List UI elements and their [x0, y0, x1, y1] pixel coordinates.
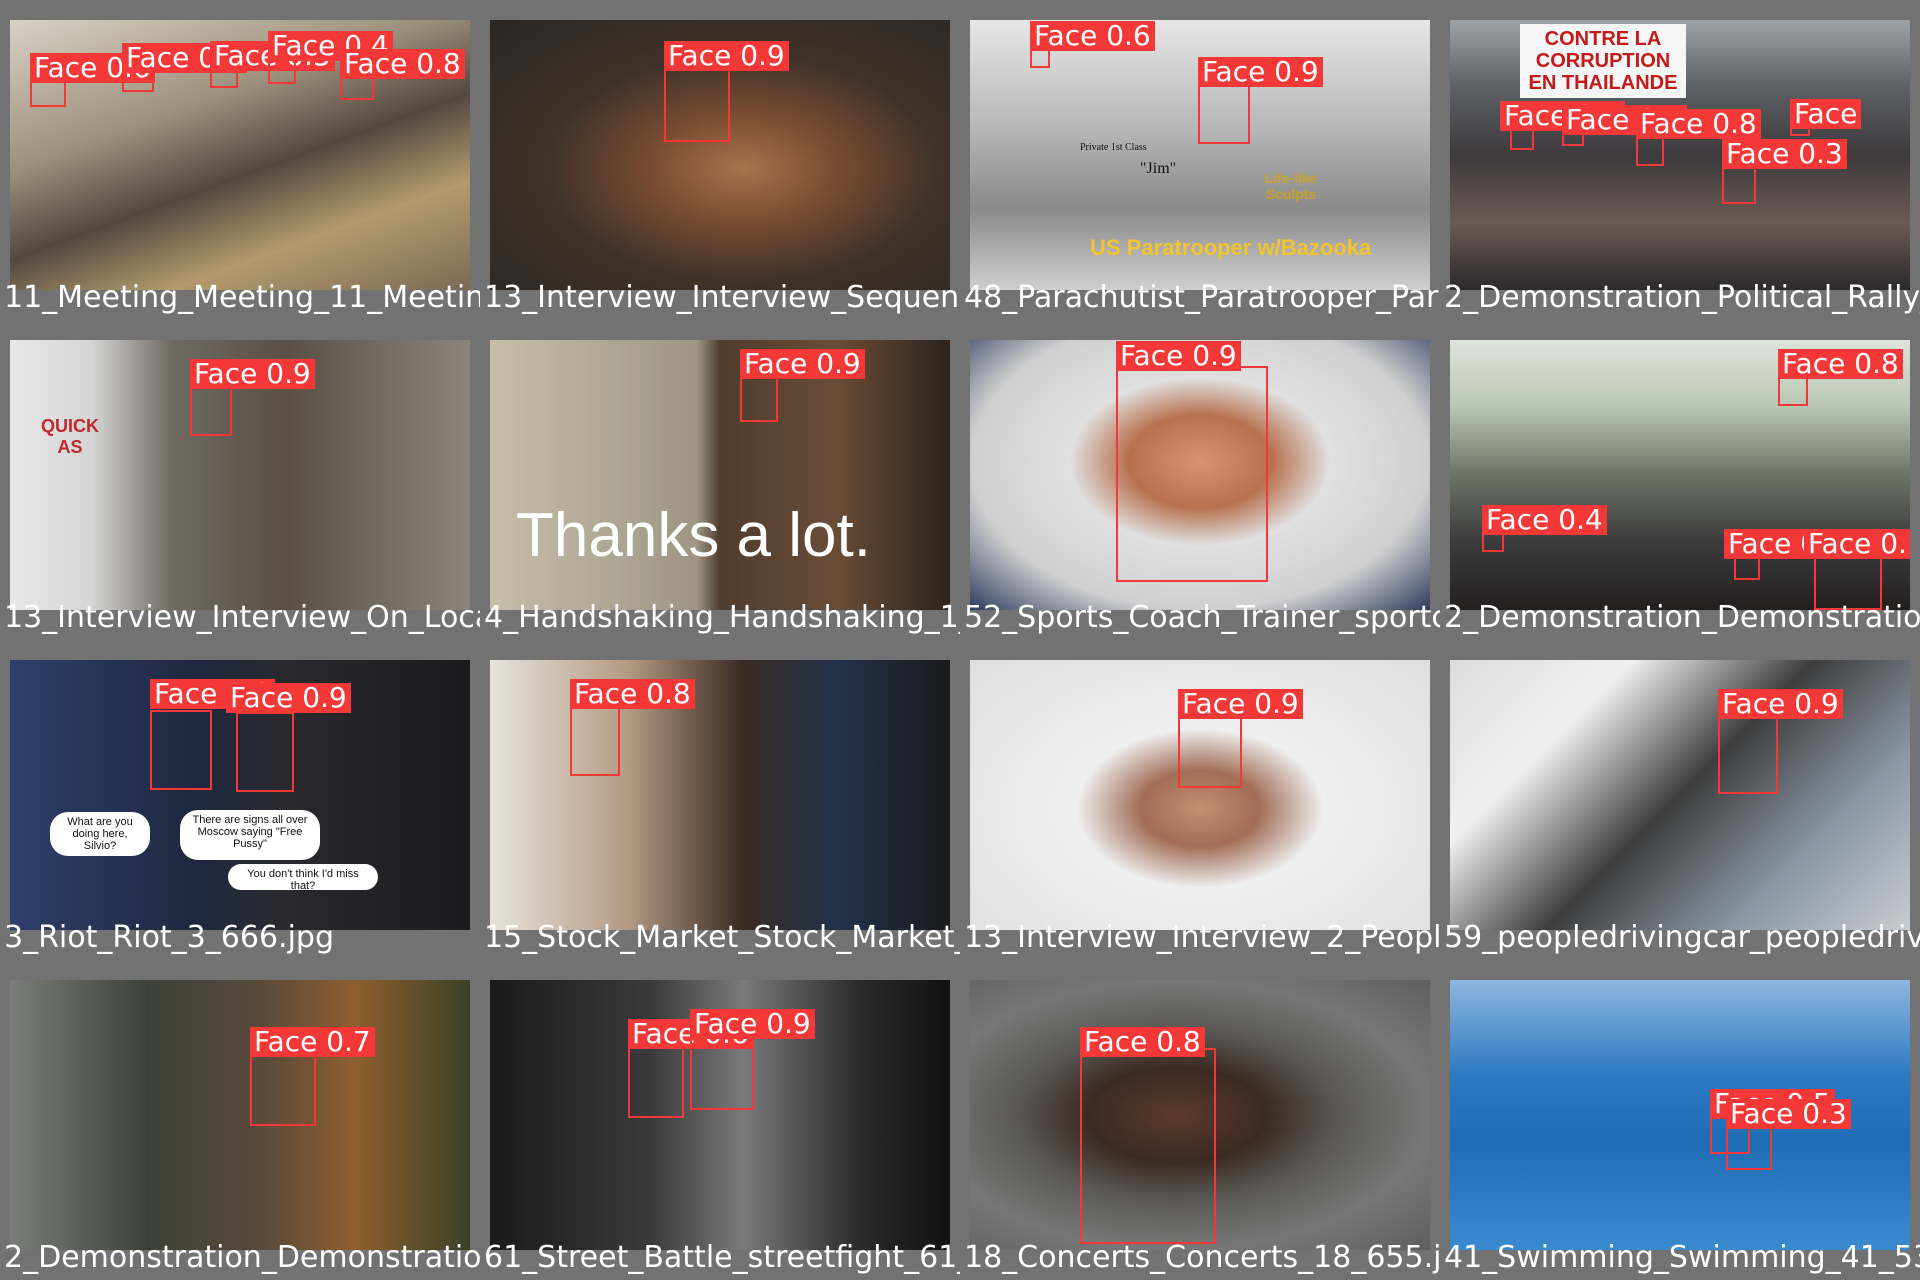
speech-bubble: There are signs all over Moscow saying "…	[180, 810, 320, 860]
grid-cell: Face 0.7 2_Demonstration_Demonstration_Or…	[0, 960, 480, 1280]
face-bounding-box	[236, 712, 294, 792]
caption-text: Thanks a lot.	[516, 501, 871, 570]
image-filename: 13_Interview_Interview_2_People_Visible_	[964, 920, 1440, 955]
face-bounding-box	[150, 710, 212, 790]
cell-photo: Face 0.6Face 0.9	[490, 980, 950, 1250]
cell-photo: Face 0.8	[970, 980, 1430, 1250]
image-filename: 18_Concerts_Concerts_18_655.jpg	[964, 1240, 1440, 1275]
grid-cell: Face 0.6Face 0.961_Street_Battle_streetf…	[480, 960, 960, 1280]
grid-cell: QUICK AS Face 0.9 13_Interview_Interview_O…	[0, 320, 480, 640]
image-filename: 13_Interview_Interview_On_Location_13_	[4, 600, 480, 635]
face-confidence-label: Face 0.9	[1178, 689, 1303, 719]
image-filename: 2_Demonstration_Demonstration_	[1444, 600, 1920, 635]
grid-cell: Face 0.8 15_Stock_Market_Stock_Market_15_…	[480, 640, 960, 960]
cell-photo: Life-like Sculpts Private 1st Class "Jim" U…	[970, 20, 1430, 290]
grid-cell: Face 0.9 13_Interview_Interview_2_People_…	[960, 640, 1440, 960]
face-bounding-box	[664, 62, 730, 142]
image-filename: 11_Meeting_Meeting_11_Meeting_Meeting_11…	[4, 280, 480, 315]
grid-cell: Face 0.9 13_Interview_Interview_Sequences…	[480, 0, 960, 320]
image-filename: 2_Demonstration_Demonstration_Or_Protest…	[4, 1240, 480, 1275]
face-confidence-label: Face 0.9	[190, 359, 315, 389]
cell-photo: Face 0.9	[490, 20, 950, 290]
face-confidence-label: Face 0.8	[1778, 349, 1903, 379]
cell-photo: Face 0.8 Face 0.4 Face 0.3 Face 0.	[1450, 340, 1910, 610]
image-filename: 15_Stock_Market_Stock_Market_15_681.jpg	[484, 920, 960, 955]
face-confidence-label: Face 0.8	[1080, 1027, 1205, 1057]
face-bounding-box	[570, 700, 620, 776]
face-confidence-label: Face 0.3	[1726, 1099, 1851, 1129]
face-confidence-label: Face 0.8	[1636, 109, 1761, 139]
cell-photo: CONTRE LA CORRUPTION EN THAILANDE Face 0.…	[1450, 20, 1910, 290]
speech-bubble: What are you doing here, Silvio?	[50, 812, 150, 856]
grid-cell: Face 0.9 59_peopledrivingcar_peopledrivin…	[1440, 640, 1920, 960]
cell-photo: Face 0.8	[490, 660, 950, 930]
name-tag-text: "Jim"	[1140, 160, 1177, 177]
prediction-grid: Face 0.6Face 0.4Face 0.3Face 0.4Face 0.8…	[0, 0, 1920, 1280]
face-bounding-box	[1718, 710, 1778, 794]
face-confidence-label: Face 0.7	[250, 1027, 375, 1057]
image-filename: 61_Street_Battle_streetfight_61_	[484, 1240, 960, 1275]
grid-cell: Face 0.6Face 0.4Face 0.3Face 0.4Face 0.8…	[0, 0, 480, 320]
face-confidence-label: Face 0.9	[664, 41, 789, 71]
shirt-print: QUICK AS	[41, 416, 99, 457]
protest-sign: CONTRE LA CORRUPTION EN THAILANDE	[1520, 24, 1686, 98]
face-bounding-box	[1080, 1048, 1216, 1244]
face-confidence-label: Face 0.9	[690, 1009, 815, 1039]
face-confidence-label: Face 0.	[1804, 529, 1910, 559]
cell-photo: QUICK AS Face 0.9	[10, 340, 470, 610]
face-bounding-box	[628, 1040, 684, 1118]
grid-cell: Face 0.9 52_Sports_Coach_Trainer_sportcoa…	[960, 320, 1440, 640]
face-confidence-label: Face 0.9	[740, 349, 865, 379]
face-bounding-box	[690, 1030, 754, 1110]
cell-photo: Face 0.6Face 0.4Face 0.3Face 0.4Face 0.8	[10, 20, 470, 290]
face-confidence-label: Face 0.8	[340, 49, 465, 79]
face-confidence-label: Face 0.8	[570, 679, 695, 709]
face-bounding-box	[1178, 710, 1242, 788]
face-confidence-label: Face 0.3	[1722, 139, 1847, 169]
speech-bubble: You don't think I'd miss that?	[228, 864, 378, 892]
brand-logo: Life-like Sculpts	[1264, 170, 1318, 202]
face-bounding-box	[250, 1048, 316, 1126]
image-filename: 13_Interview_Interview_Sequences_13_	[484, 280, 960, 315]
cell-photo: Face 0.5Face 0.3	[1450, 980, 1910, 1250]
cell-photo: Face 0.9	[1450, 660, 1910, 930]
image-filename: 2_Demonstration_Political_Rally_	[1444, 280, 1920, 315]
image-filename: 48_Parachutist_Paratrooper_Parachutist_	[964, 280, 1440, 315]
grid-cell: Face 0.5Face 0.341_Swimming_Swimming_41_…	[1440, 960, 1920, 1280]
grid-cell: Thanks a lot. Face 0.9 4_Handshaking_Hands…	[480, 320, 960, 640]
image-filename: 3_Riot_Riot_3_666.jpg	[4, 920, 334, 955]
cell-photo: Face 0.9	[970, 660, 1430, 930]
banner-text: US Paratrooper w/Bazooka	[1090, 235, 1372, 260]
rank-text: Private 1st Class	[1080, 142, 1147, 153]
image-filename: 52_Sports_Coach_Trainer_sportcoaching_55	[964, 600, 1440, 635]
grid-cell: CONTRE LA CORRUPTION EN THAILANDE Face 0.…	[1440, 0, 1920, 320]
face-confidence-label: Face	[1790, 99, 1862, 129]
image-filename: 4_Handshaking_Handshaking_1_52_	[484, 600, 960, 635]
cell-photo: Face 0.7	[10, 980, 470, 1250]
image-filename: 59_peopledrivingcar_peopledrivingcar_	[1444, 920, 1920, 955]
grid-cell: Face 0.8 18_Concerts_Concerts_18_655.jpg	[960, 960, 1440, 1280]
cell-photo: Thanks a lot. Face 0.9	[490, 340, 950, 610]
face-confidence-label: Face 0.9	[1718, 689, 1843, 719]
grid-cell: Face 0.8 Face 0.4 Face 0.3 Face 0. 2_Demonst…	[1440, 320, 1920, 640]
cell-photo: Face 0.9	[970, 340, 1430, 610]
face-confidence-label: Face 0.9	[226, 683, 351, 713]
cell-photo: You don't think I'd miss that? There are …	[10, 660, 470, 930]
face-bounding-box	[1116, 366, 1268, 582]
face-confidence-label: Face 0.6	[1030, 21, 1155, 51]
image-filename: 41_Swimming_Swimming_41_53	[1444, 1240, 1920, 1275]
face-confidence-label: Face 0.9	[1116, 341, 1241, 371]
grid-cell: You don't think I'd miss that? There are …	[0, 640, 480, 960]
face-confidence-label: Face 0.9	[1198, 57, 1323, 87]
face-confidence-label: Face 0.4	[1482, 505, 1607, 535]
grid-cell: Life-like Sculpts Private 1st Class "Jim" U…	[960, 0, 1440, 320]
